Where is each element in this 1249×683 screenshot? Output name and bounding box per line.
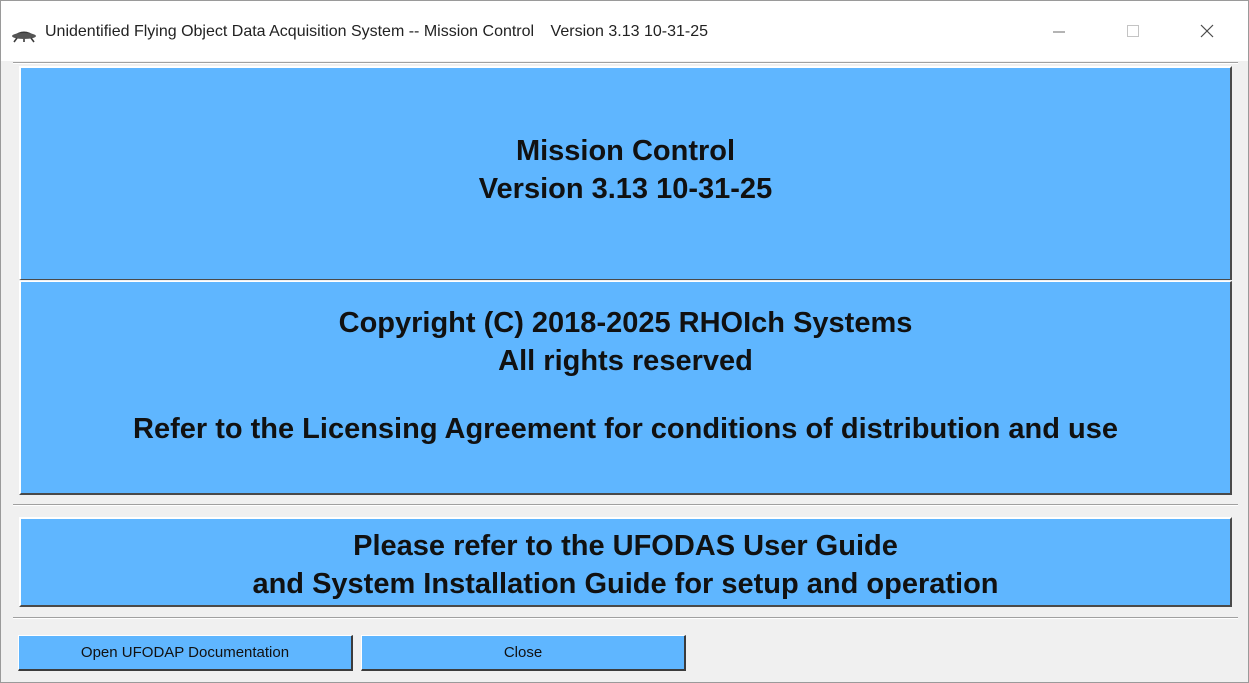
guide-panel: Please refer to the UFODAS User Guide an… bbox=[19, 517, 1232, 607]
divider bbox=[13, 62, 1238, 64]
title-bar[interactable]: Unidentified Flying Object Data Acquisit… bbox=[1, 1, 1248, 61]
guide-text-line1: Please refer to the UFODAS User Guide bbox=[353, 530, 898, 562]
divider bbox=[13, 504, 1238, 506]
divider bbox=[13, 617, 1238, 619]
guide-text-line2: and System Installation Guide for setup … bbox=[252, 568, 999, 600]
window-title: Unidentified Flying Object Data Acquisit… bbox=[45, 23, 535, 40]
open-documentation-button[interactable]: Open UFODAP Documentation bbox=[18, 635, 353, 671]
ufo-icon bbox=[12, 31, 36, 43]
mission-control-window: Unidentified Flying Object Data Acquisit… bbox=[0, 0, 1249, 683]
window-version: Version 3.13 10-31-25 bbox=[550, 23, 708, 40]
header-panel: Mission Control Version 3.13 10-31-25 bbox=[19, 66, 1232, 280]
close-button[interactable]: Close bbox=[361, 635, 686, 671]
header-title: Mission Control bbox=[515, 135, 736, 167]
minimize-button[interactable] bbox=[1031, 1, 1087, 61]
header-version: Version 3.13 10-31-25 bbox=[478, 173, 773, 205]
close-window-button[interactable] bbox=[1179, 1, 1235, 61]
license-text: Refer to the Licensing Agreement for con… bbox=[133, 413, 1118, 445]
copyright-text: Copyright (C) 2018-2025 RHOIch Systems bbox=[338, 307, 913, 339]
maximize-button[interactable] bbox=[1105, 1, 1161, 61]
rights-text: All rights reserved bbox=[498, 345, 753, 377]
close-icon bbox=[1200, 24, 1214, 38]
minimize-icon bbox=[1053, 31, 1065, 33]
copyright-panel: Copyright (C) 2018-2025 RHOIch Systems A… bbox=[19, 281, 1232, 495]
maximize-icon bbox=[1127, 25, 1139, 37]
